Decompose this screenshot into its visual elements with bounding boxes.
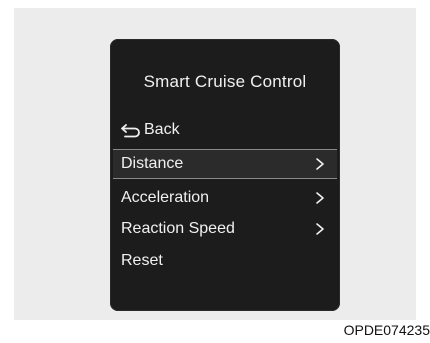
chevron-right-icon (316, 158, 324, 170)
back-label: Back (144, 121, 180, 138)
chevron-right-icon (316, 223, 324, 235)
menu-item-label: Distance (121, 155, 184, 172)
chevron-right-icon (316, 192, 324, 204)
menu-item-reset[interactable]: Reset (113, 247, 337, 275)
menu-item-distance[interactable]: Distance (113, 149, 337, 179)
menu-item-reaction-speed[interactable]: Reaction Speed (113, 215, 337, 243)
menu-title: Smart Cruise Control (143, 72, 307, 91)
menu-item-label: Acceleration (121, 189, 210, 206)
return-arrow-icon (121, 124, 140, 138)
menu-item-acceleration[interactable]: Acceleration (113, 184, 337, 212)
back-button[interactable]: Back (120, 119, 180, 141)
cluster-display: Smart Cruise Control Back Distance Accel… (110, 39, 340, 311)
menu-item-label: Reaction Speed (121, 220, 235, 237)
menu-item-label: Reset (121, 252, 163, 269)
figure-code: OPDE074235 (343, 322, 430, 338)
